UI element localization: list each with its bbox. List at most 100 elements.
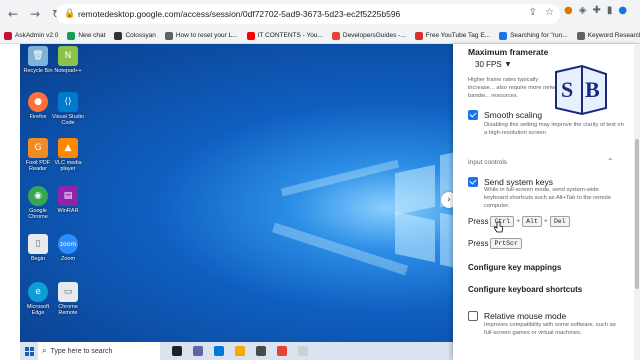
edge-icon: e <box>28 282 48 302</box>
bookmark-item[interactable]: New chat <box>67 31 105 40</box>
puzzle-icon[interactable]: ✚ <box>592 5 600 16</box>
send-system-keys-desc: While in full-screen mode, send system-w… <box>484 187 612 209</box>
desktop-icon-label: VLC media player <box>54 160 82 173</box>
panel-scrollbar[interactable] <box>634 44 640 360</box>
bookmark-label: Free YouTube Tag E... <box>425 32 491 39</box>
bookmark-favicon-icon <box>4 31 12 40</box>
taskbar-search-placeholder: Type here to search <box>50 347 113 355</box>
desktop-icon-label: WinRAR <box>57 208 79 214</box>
hand-cursor-icon <box>494 221 503 233</box>
relative-mouse-checkbox[interactable] <box>468 311 478 321</box>
relative-mouse-title: Relative mouse mode <box>484 311 567 321</box>
start-button[interactable] <box>20 342 38 360</box>
windows-logo-icon <box>24 346 34 356</box>
bookmark-label: Searching for "run... <box>510 32 568 39</box>
lock-icon[interactable]: 🔒 <box>64 9 78 19</box>
prtscr-row: Press PrtScr <box>468 238 522 249</box>
bookmark-favicon-icon <box>499 31 508 40</box>
forward-icon[interactable]: → <box>26 5 44 23</box>
watermark-logo-icon: S B <box>555 64 607 116</box>
desktop-icon-vlc[interactable]: ▲ VLC media player <box>50 138 86 173</box>
browser-toolbar: ← → ↻ 🔒 remotedesktop.google.com/access/… <box>0 0 640 28</box>
url-text[interactable]: remotedesktop.google.com/access/session/… <box>78 9 400 19</box>
windows-taskbar: ⌕ Type here to search <box>20 342 453 360</box>
bookmark-favicon-icon <box>114 31 123 40</box>
back-icon[interactable]: ← <box>4 5 22 23</box>
taskbar-app-icon[interactable] <box>277 346 287 356</box>
framerate-select[interactable]: 30 FPS ▼ <box>475 60 510 69</box>
taskbar-app-icon[interactable] <box>172 346 182 356</box>
svg-text:B: B <box>585 77 600 102</box>
bookmark-label: AskAdmin v2.0 <box>15 32 59 39</box>
winrar-icon: ▤ <box>58 186 78 206</box>
extension-icon[interactable]: ◈ <box>579 5 587 16</box>
bookmark-item[interactable]: Free YouTube Tag E... <box>414 31 491 40</box>
notepadpp-icon: N <box>58 46 78 66</box>
chrome-icon: ◉ <box>28 186 48 206</box>
taskbar-app-icon[interactable] <box>214 346 224 356</box>
desktop-icon-label: Zoom <box>60 256 76 262</box>
desktop-icon-winrar[interactable]: ▤ WinRAR <box>50 186 86 214</box>
bookmark-item[interactable]: Searching for "run... <box>499 31 568 40</box>
extension-badge-icon[interactable]: ● <box>564 5 573 16</box>
sidepanel-icon[interactable]: ▮ <box>607 5 613 16</box>
bookmark-star-icon[interactable]: ☆ <box>545 7 554 18</box>
configure-keyboard-shortcuts-link[interactable]: Configure keyboard shortcuts <box>468 285 582 294</box>
wallpaper-logo-pane <box>440 212 453 268</box>
chevron-right-icon: › <box>447 195 451 205</box>
vlc-icon: ▲ <box>58 138 78 158</box>
bookmark-item[interactable]: Colossyan <box>114 31 156 40</box>
key-prtscr[interactable]: PrtScr <box>490 238 522 249</box>
plus-sign: + <box>516 218 521 225</box>
desktop-icon-zoom[interactable]: zoom Zoom <box>50 234 86 262</box>
taskbar-search[interactable]: ⌕ Type here to search <box>38 342 160 360</box>
bookmark-item[interactable]: How to reset your L... <box>164 31 238 40</box>
bookmark-label: Colossyan <box>125 32 156 39</box>
send-system-keys-checkbox[interactable] <box>468 177 478 187</box>
bookmark-favicon-icon <box>414 31 423 40</box>
plus-sign: + <box>543 218 548 225</box>
send-system-keys-title: Send system keys <box>484 177 553 187</box>
taskbar-app-icon[interactable] <box>298 346 308 356</box>
bookmark-favicon-icon <box>164 31 173 40</box>
press-label: Press <box>468 217 489 226</box>
desktop-icon-label: Begin <box>30 256 46 262</box>
foxit-icon: G <box>28 138 48 158</box>
desktop-icon-label: Firefox <box>29 114 47 120</box>
document-icon: ▯ <box>28 234 48 254</box>
wallpaper-light-beam <box>280 159 400 197</box>
share-icon[interactable]: ⇪ <box>529 7 537 18</box>
bookmark-label: DevelopersGuides -... <box>342 32 406 39</box>
remote-settings-panel: Maximum framerate 30 FPS ▼ Higher frame … <box>453 44 640 360</box>
desktop-icon-label: Visual Studio Code <box>51 114 84 127</box>
taskbar-app-icon[interactable] <box>256 346 266 356</box>
wallpaper-light-beam <box>271 222 409 276</box>
framerate-value: 30 FPS <box>475 60 502 69</box>
key-del[interactable]: Del <box>549 216 570 227</box>
profile-icon[interactable]: ● <box>618 5 627 16</box>
taskbar-app-icon[interactable] <box>193 346 203 356</box>
bookmark-item[interactable]: IT CONTENTS - You... <box>246 31 323 40</box>
address-bar[interactable]: 🔒 remotedesktop.google.com/access/sessio… <box>56 4 560 24</box>
max-framerate-desc: Higher frame rates typically increase...… <box>468 77 564 99</box>
bookmark-item[interactable]: DevelopersGuides -... <box>331 31 406 40</box>
max-framerate-title: Maximum framerate <box>468 47 549 57</box>
smooth-scaling-checkbox[interactable] <box>468 110 478 120</box>
bookmark-favicon-icon <box>331 31 340 40</box>
bookmark-item[interactable]: Keyword Research... <box>576 31 640 40</box>
smooth-scaling-title: Smooth scaling <box>484 110 543 120</box>
relative-mouse-desc: Improves compatibility with some softwar… <box>484 322 616 336</box>
bookmark-label: Keyword Research... <box>587 32 640 39</box>
bookmark-item[interactable]: AskAdmin v2.0 <box>4 31 59 40</box>
smooth-scaling-desc: Disabling this setting may improve the c… <box>484 122 624 136</box>
configure-key-mappings-link[interactable]: Configure key mappings <box>468 263 561 272</box>
chevron-up-icon[interactable]: ⌃ <box>607 157 614 166</box>
scrollbar-thumb[interactable] <box>635 139 639 289</box>
desktop-icon-vscode[interactable]: ⟨⟩ Visual Studio Code <box>50 92 86 127</box>
desktop-icon-chrome-remote[interactable]: ▭ Chrome Remote <box>50 282 86 317</box>
taskbar-app-icon[interactable] <box>235 346 245 356</box>
bookmark-favicon-icon <box>67 31 76 40</box>
desktop-icon-notepadpp[interactable]: N Notepad++ <box>50 46 86 74</box>
desktop-icon-label: Chrome Remote <box>58 304 78 317</box>
key-alt[interactable]: Alt <box>522 216 542 227</box>
